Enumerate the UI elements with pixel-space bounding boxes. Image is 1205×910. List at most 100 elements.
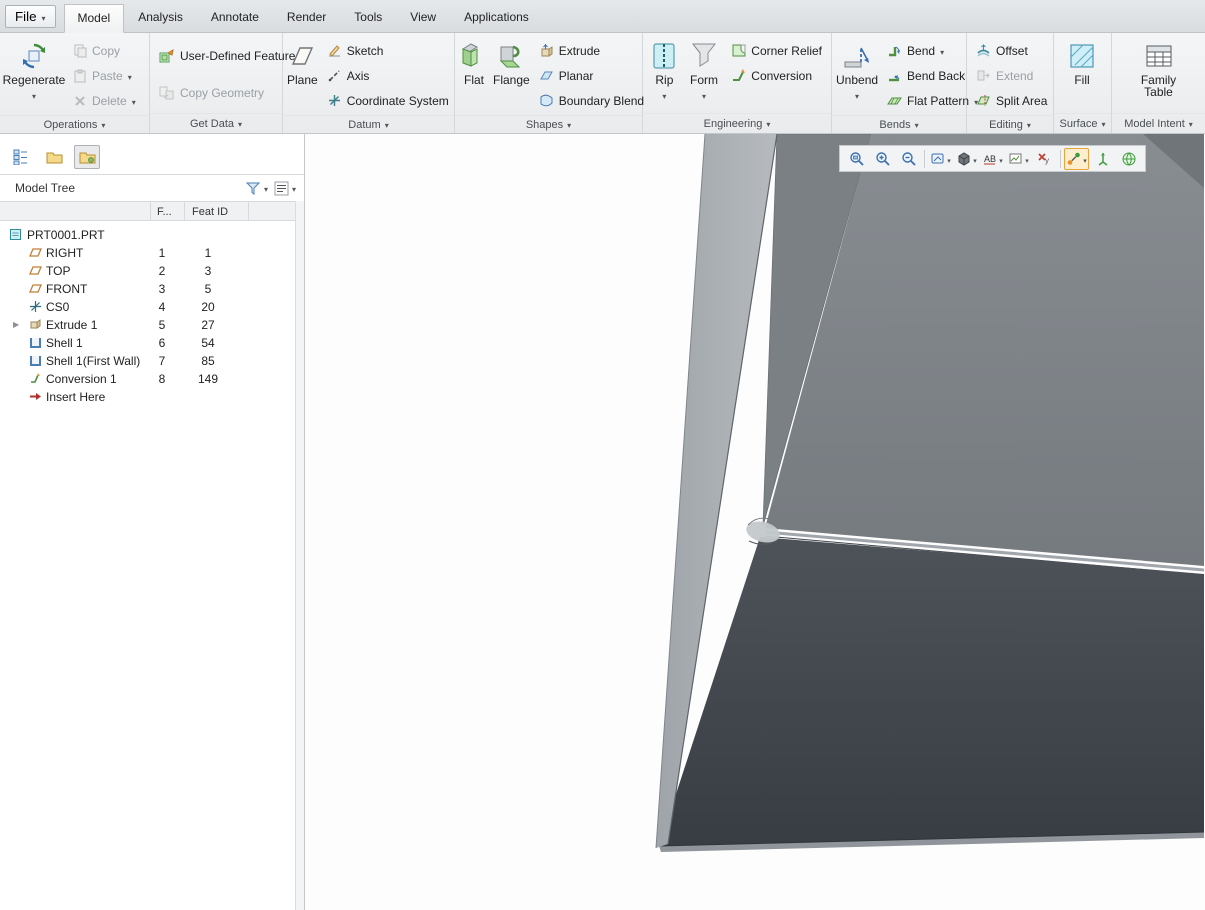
tree-row-right-plane[interactable]: RIGHT 1 1	[0, 244, 304, 262]
expand-arrow-icon[interactable]: ▶	[13, 320, 19, 329]
tab-analysis[interactable]: Analysis	[124, 3, 197, 32]
tree-row-part[interactable]: PRT0001.PRT	[0, 226, 304, 244]
user-defined-feature-button[interactable]: User-Defined Feature	[153, 43, 301, 68]
axis-button[interactable]: Axis	[321, 63, 455, 88]
dropdown-arrow-icon	[1025, 152, 1029, 166]
model-tree-view-button[interactable]	[8, 145, 34, 169]
offset-button[interactable]: Offset	[970, 38, 1053, 63]
group-label-get-data[interactable]: Get Data	[150, 113, 282, 133]
tree-vertical-scrollbar[interactable]	[295, 201, 304, 910]
coordinate-system-button[interactable]: Coordinate System	[321, 88, 455, 113]
corner-relief-icon	[732, 44, 746, 57]
offset-icon	[977, 44, 990, 57]
group-label-editing[interactable]: Editing	[967, 115, 1053, 133]
split-area-icon	[977, 95, 990, 106]
form-button[interactable]: Form	[685, 35, 724, 111]
tree-settings-button[interactable]	[274, 181, 296, 196]
datum-plane-icon	[29, 246, 42, 258]
label: Bend Back	[907, 68, 966, 83]
display-style-icon	[958, 151, 970, 166]
split-area-button[interactable]: Split Area	[970, 88, 1053, 113]
3d-model-view[interactable]	[305, 134, 1204, 910]
fill-button[interactable]: Fill	[1057, 35, 1107, 111]
tree-row-conversion[interactable]: Conversion 1 8 149	[0, 370, 304, 388]
file-menu-button[interactable]: File	[5, 5, 56, 28]
favorites-folder-button[interactable]	[74, 145, 100, 169]
tree-row-insert-here[interactable]: Insert Here	[0, 388, 304, 406]
rip-button[interactable]: Rip	[646, 35, 683, 111]
zoom-refit-button[interactable]	[844, 148, 869, 170]
extrude-button[interactable]: Extrude	[533, 38, 650, 63]
boundary-blend-button[interactable]: Boundary Blend	[533, 88, 650, 113]
tree-row-shell-first-wall[interactable]: Shell 1(First Wall) 7 85	[0, 352, 304, 370]
group-label-shapes[interactable]: Shapes	[455, 115, 642, 133]
tree-row-top-plane[interactable]: TOP 2 3	[0, 262, 304, 280]
datum-display-filters-button[interactable]	[1064, 147, 1089, 170]
tree-filter-button[interactable]	[245, 181, 268, 196]
zoom-in-icon	[875, 151, 890, 166]
extend-button[interactable]: Extend	[970, 63, 1053, 88]
delete-button[interactable]: Delete	[67, 88, 142, 113]
saved-orientations-button[interactable]	[1006, 148, 1031, 170]
unbend-button[interactable]: Unbend	[835, 35, 879, 113]
tree-row-csys[interactable]: CS0 4 20	[0, 298, 304, 316]
zoom-in-button[interactable]	[870, 148, 895, 170]
label: Shapes	[525, 118, 564, 131]
label: Family Table	[1140, 73, 1177, 99]
chevron-down-icon	[41, 9, 45, 24]
tree-item-label: RIGHT	[46, 246, 84, 260]
plane-button[interactable]: Plane	[286, 35, 319, 113]
repaint-button[interactable]	[928, 148, 953, 170]
model-face-interior-bottom[interactable]	[659, 537, 1204, 846]
folder-browser-button[interactable]	[41, 145, 67, 169]
spin-center-button[interactable]	[1090, 148, 1115, 170]
group-label-bends[interactable]: Bends	[832, 115, 966, 133]
sketch-button[interactable]: Sketch	[321, 38, 455, 63]
boundary-blend-icon	[540, 94, 553, 107]
paste-button[interactable]: Paste	[67, 63, 142, 88]
model-tree-title: Model Tree	[15, 181, 76, 195]
tab-view[interactable]: View	[396, 3, 450, 32]
graphics-area[interactable]: AB y	[305, 134, 1205, 910]
label: Split Area	[996, 93, 1048, 108]
group-label-datum[interactable]: Datum	[283, 115, 454, 133]
column-header-feat-id[interactable]: Feat ID	[192, 206, 228, 218]
zoom-out-button[interactable]	[896, 148, 921, 170]
flat-button[interactable]: Flat	[458, 35, 490, 113]
erase-dims-button[interactable]: y	[1032, 148, 1057, 170]
label: Sketch	[346, 43, 384, 58]
conversion-button[interactable]: Conversion	[725, 63, 828, 88]
tab-tools[interactable]: Tools	[340, 3, 396, 32]
view-manager-button[interactable]	[1116, 148, 1141, 170]
planar-button[interactable]: Planar	[533, 63, 650, 88]
part-icon	[9, 228, 22, 241]
tab-applications[interactable]: Applications	[450, 3, 543, 32]
family-table-button[interactable]: Family Table	[1131, 35, 1187, 111]
column-header-feat-number[interactable]: F...	[157, 206, 172, 218]
column-separator	[248, 202, 249, 220]
regenerate-icon	[20, 40, 48, 72]
annotation-display-button[interactable]: AB	[980, 148, 1005, 170]
label: Corner Relief	[751, 43, 822, 58]
tab-annotate[interactable]: Annotate	[197, 3, 273, 32]
tab-model[interactable]: Model	[63, 4, 125, 33]
tree-row-extrude[interactable]: ▶ Extrude 1 5 27	[0, 316, 304, 334]
copy-button[interactable]: Copy	[67, 38, 142, 63]
group-label-operations[interactable]: Operations	[0, 115, 149, 133]
group-label-model-intent[interactable]: Model Intent	[1112, 113, 1205, 133]
dropdown-arrow-icon	[132, 94, 136, 108]
tree-row-shell[interactable]: Shell 1 6 54	[0, 334, 304, 352]
tab-render[interactable]: Render	[273, 3, 340, 32]
bend-back-icon	[889, 75, 900, 82]
display-style-button[interactable]	[954, 148, 979, 170]
label: Copy	[92, 43, 121, 58]
copy-geometry-button[interactable]: Copy Geometry	[153, 80, 301, 105]
group-label-engineering[interactable]: Engineering	[643, 113, 831, 133]
flange-button[interactable]: Flange	[492, 35, 531, 113]
regenerate-button[interactable]: Regenerate	[3, 35, 65, 113]
extrude-icon	[29, 318, 43, 331]
corner-relief-button[interactable]: Corner Relief	[725, 38, 828, 63]
tree-row-front-plane[interactable]: FRONT 3 5	[0, 280, 304, 298]
dropdown-arrow-icon	[973, 152, 977, 166]
group-label-surface[interactable]: Surface	[1054, 113, 1111, 133]
